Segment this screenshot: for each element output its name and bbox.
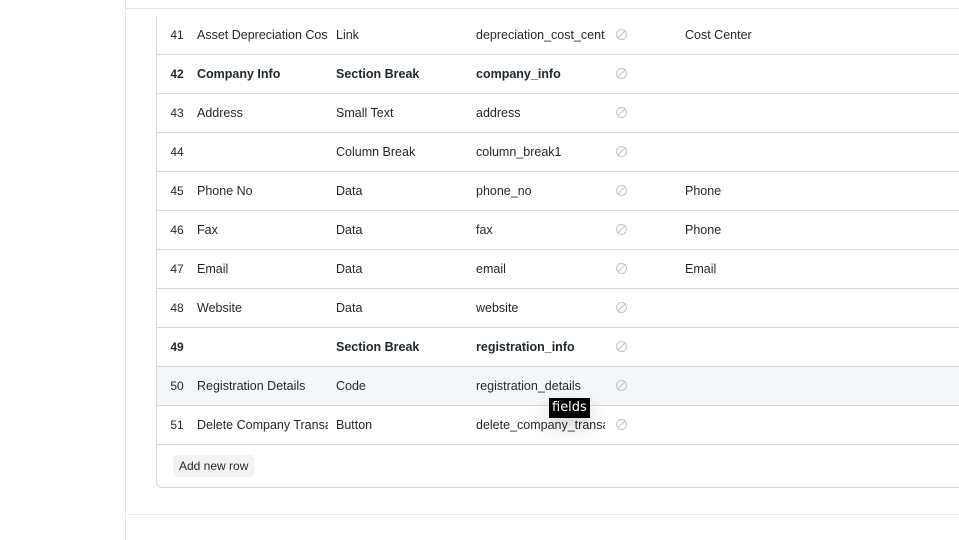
fields-tooltip: fields: [549, 398, 590, 418]
row-mandatory[interactable]: [612, 367, 630, 405]
row-options[interactable]: [685, 55, 885, 93]
row-fieldname[interactable]: address: [476, 94, 605, 132]
row-mandatory[interactable]: [612, 16, 630, 54]
row-options[interactable]: [685, 328, 885, 366]
row-options[interactable]: [685, 94, 885, 132]
row-options[interactable]: Email: [685, 250, 885, 288]
table-row[interactable]: 46 Fax Data fax Phone: [157, 211, 959, 250]
row-index: 48: [170, 301, 184, 315]
row-label[interactable]: Registration Details: [197, 367, 328, 405]
row-mandatory[interactable]: [612, 289, 630, 327]
page-top-border: [125, 8, 959, 9]
add-new-row-button[interactable]: Add new row: [173, 455, 255, 477]
row-mandatory[interactable]: [612, 328, 630, 366]
row-options[interactable]: [685, 406, 885, 444]
table-row[interactable]: 41 Asset Depreciation Cost Link depreciatio…: [157, 16, 959, 55]
row-fieldname[interactable]: fax: [476, 211, 605, 249]
row-fieldtype[interactable]: Link: [336, 16, 466, 54]
row-fieldtype[interactable]: Column Break: [336, 133, 466, 171]
row-options[interactable]: [685, 289, 885, 327]
row-mandatory[interactable]: [612, 211, 630, 249]
table-row[interactable]: 43 Address Small Text address: [157, 94, 959, 133]
row-fieldtype[interactable]: Code: [336, 367, 466, 405]
ban-icon: [615, 380, 627, 392]
row-fieldname[interactable]: depreciation_cost_center: [476, 16, 605, 54]
ban-icon: [615, 107, 627, 119]
ban-icon: [615, 185, 627, 197]
ban-icon: [615, 146, 627, 158]
row-label[interactable]: Email: [197, 250, 328, 288]
row-mandatory[interactable]: [612, 94, 630, 132]
table-row[interactable]: 45 Phone No Data phone_no Phone: [157, 172, 959, 211]
row-label[interactable]: Asset Depreciation Cost: [197, 16, 328, 54]
row-mandatory[interactable]: [612, 172, 630, 210]
ban-icon: [615, 263, 627, 275]
table-row[interactable]: 49 Section Break registration_info: [157, 328, 959, 367]
row-fieldtype[interactable]: Data: [336, 172, 466, 210]
row-fieldtype[interactable]: Data: [336, 211, 466, 249]
row-fieldname[interactable]: company_info: [476, 55, 605, 93]
table-row[interactable]: 48 Website Data website: [157, 289, 959, 328]
row-fieldtype[interactable]: Button: [336, 406, 466, 444]
row-fieldtype[interactable]: Section Break: [336, 328, 466, 366]
row-fieldtype[interactable]: Data: [336, 250, 466, 288]
ban-icon: [615, 341, 627, 353]
row-fieldname[interactable]: phone_no: [476, 172, 605, 210]
row-fieldname[interactable]: column_break1: [476, 133, 605, 171]
row-options[interactable]: Phone: [685, 211, 885, 249]
row-fieldname[interactable]: website: [476, 289, 605, 327]
ban-icon: [615, 224, 627, 236]
row-mandatory[interactable]: [612, 133, 630, 171]
row-options[interactable]: Cost Center: [685, 16, 885, 54]
ban-icon: [615, 419, 627, 431]
row-index: 43: [170, 106, 184, 120]
row-mandatory[interactable]: [612, 55, 630, 93]
row-fieldtype[interactable]: Section Break: [336, 55, 466, 93]
row-index: 47: [170, 262, 184, 276]
row-label[interactable]: Website: [197, 289, 328, 327]
table-row[interactable]: 44 Column Break column_break1: [157, 133, 959, 172]
page-bottom-border: [125, 514, 959, 515]
row-label[interactable]: Delete Company Transactions: [197, 406, 328, 444]
row-label[interactable]: Phone No: [197, 172, 328, 210]
row-index: 44: [170, 145, 184, 159]
row-index: 46: [170, 223, 184, 237]
table-row[interactable]: 47 Email Data email Email: [157, 250, 959, 289]
row-fieldname[interactable]: email: [476, 250, 605, 288]
ban-icon: [615, 29, 627, 41]
ban-icon: [615, 302, 627, 314]
row-mandatory[interactable]: [612, 250, 630, 288]
row-index: 45: [170, 184, 184, 198]
row-label[interactable]: [197, 133, 328, 171]
table-row[interactable]: 42 Company Info Section Break company_info: [157, 55, 959, 94]
row-fieldname[interactable]: registration_info: [476, 328, 605, 366]
row-mandatory[interactable]: [612, 406, 630, 444]
row-fieldtype[interactable]: Data: [336, 289, 466, 327]
row-options[interactable]: [685, 133, 885, 171]
row-label[interactable]: [197, 328, 328, 366]
row-label[interactable]: Fax: [197, 211, 328, 249]
row-fieldtype[interactable]: Small Text: [336, 94, 466, 132]
row-index: 49: [170, 340, 184, 354]
row-label[interactable]: Company Info: [197, 55, 328, 93]
row-options[interactable]: [685, 367, 885, 405]
row-label[interactable]: Address: [197, 94, 328, 132]
row-index: 51: [170, 418, 184, 432]
ban-icon: [615, 68, 627, 80]
row-index: 41: [170, 28, 184, 42]
row-index: 42: [170, 67, 184, 81]
row-index: 50: [170, 379, 184, 393]
page-left-border: [125, 0, 126, 540]
row-options[interactable]: Phone: [685, 172, 885, 210]
